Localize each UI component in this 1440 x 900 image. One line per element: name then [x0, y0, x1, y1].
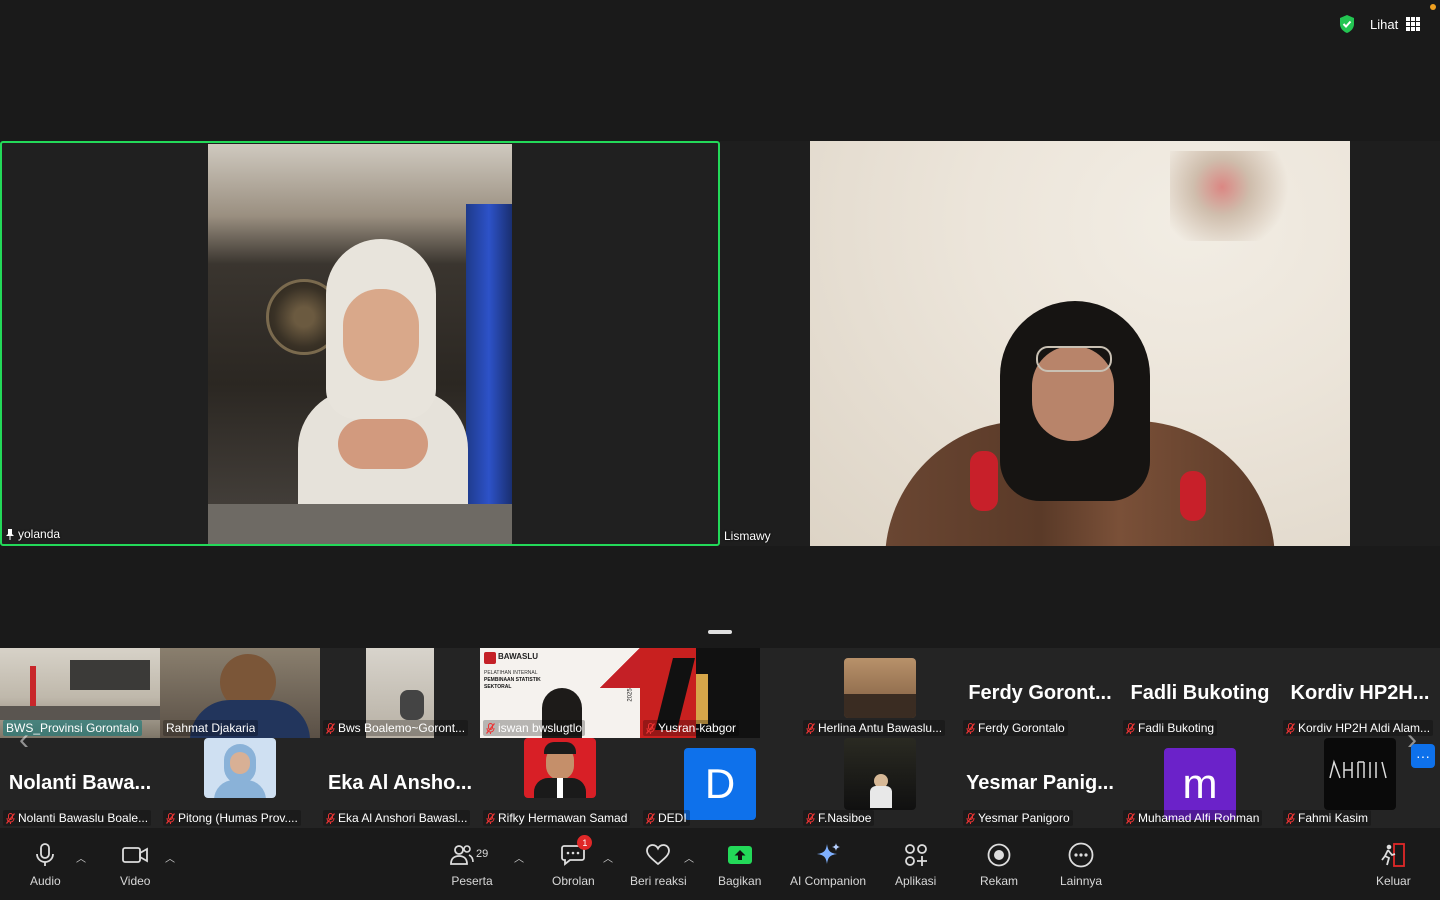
- participant-name-label: Lismawy: [724, 529, 771, 543]
- heart-icon: [646, 844, 671, 866]
- muted-mic-icon: [1126, 722, 1135, 734]
- participant-tile[interactable]: Yusran-kabgor: [640, 648, 800, 738]
- participant-name-label: Rahmat Djakaria: [163, 720, 259, 736]
- participant-video-yolanda: [208, 144, 512, 544]
- ai-companion-button[interactable]: AI Companion: [790, 842, 866, 894]
- gallery-strip: BWS_Provinsi Gorontalo Rahmat Djakaria Bws…: [0, 648, 1440, 828]
- reactions-options-chevron-icon[interactable]: ︿: [684, 850, 694, 865]
- participant-name-label: Eka Al Anshori Bawasl...: [323, 810, 471, 826]
- view-label: Lihat: [1370, 16, 1399, 32]
- top-bar: Lihat: [0, 0, 1440, 48]
- muted-mic-icon: [326, 812, 335, 824]
- participant-tile[interactable]: Bws Boalemo~Goront...: [320, 648, 480, 738]
- ai-sparkle-icon: [817, 843, 841, 864]
- participant-name-label: Pitong (Humas Prov....: [163, 810, 301, 826]
- participant-name-label: Fahmi Kasim: [1283, 810, 1372, 826]
- muted-mic-icon: [326, 722, 335, 734]
- video-options-chevron-icon[interactable]: ︿: [165, 850, 175, 865]
- record-button[interactable]: Rekam: [980, 842, 1018, 894]
- participant-tile[interactable]: Rifky Hermawan Samad: [480, 738, 640, 828]
- participant-tile[interactable]: Yesmar Panig... Yesmar Panigoro: [960, 738, 1120, 828]
- audio-button[interactable]: Audio: [30, 842, 61, 894]
- participant-name-label: F.Nasiboe: [803, 810, 875, 826]
- participant-display-name: Fadli Bukoting: [1130, 682, 1270, 704]
- video-button[interactable]: Video: [120, 842, 150, 894]
- muted-mic-icon: [166, 812, 175, 824]
- reactions-button[interactable]: Beri reaksi: [630, 842, 687, 894]
- leave-button[interactable]: Keluar: [1376, 842, 1411, 894]
- record-icon: [987, 843, 1011, 867]
- participant-name-label: Yesmar Panigoro: [963, 810, 1073, 826]
- participant-display-name: Kordiv HP2H...: [1290, 682, 1430, 704]
- participant-tile[interactable]: m Muhamad Alfi Rohman: [1120, 738, 1280, 828]
- muted-mic-icon: [1286, 812, 1295, 824]
- chat-unread-badge: 1: [577, 835, 593, 850]
- muted-mic-icon: [1286, 722, 1295, 734]
- participant-display-name: Yesmar Panig...: [966, 772, 1114, 794]
- audio-options-chevron-icon[interactable]: ︿: [76, 850, 86, 865]
- security-shield-icon[interactable]: [1338, 14, 1356, 34]
- resize-handle[interactable]: [708, 630, 732, 634]
- gallery-prev-arrow-icon[interactable]: ‹: [14, 722, 34, 758]
- share-screen-icon: [727, 846, 752, 864]
- muted-mic-icon: [806, 812, 815, 824]
- more-dots-icon: [1068, 842, 1094, 868]
- pin-icon: [6, 528, 14, 540]
- participants-count: 29: [476, 848, 489, 860]
- participant-tile[interactable]: Herlina Antu Bawaslu...: [800, 648, 960, 738]
- muted-mic-icon: [486, 812, 495, 824]
- participants-icon: [450, 845, 474, 865]
- participant-name-label: Yusran-kabgor: [643, 720, 740, 736]
- participant-tile[interactable]: Pitong (Humas Prov....: [160, 738, 320, 828]
- participant-name-label: DEDI: [643, 810, 690, 826]
- muted-mic-icon: [966, 722, 975, 734]
- participant-display-name: Eka Al Ansho...: [327, 772, 473, 794]
- more-button[interactable]: Lainnya: [1060, 842, 1102, 894]
- avatar: D: [684, 748, 756, 820]
- participant-name-label: Muhamad Alfi Rohman: [1123, 810, 1263, 826]
- participant-name-label: iswan bwslugtlo: [483, 720, 586, 736]
- participant-tile[interactable]: Rahmat Djakaria: [160, 648, 320, 738]
- participant-name-label: Bws Boalemo~Goront...: [323, 720, 469, 736]
- active-speaker-tile[interactable]: yolanda: [0, 141, 720, 546]
- participants-options-chevron-icon[interactable]: ︿: [514, 850, 524, 865]
- participant-name-label: Fadli Bukoting: [1123, 720, 1218, 736]
- muted-mic-icon: [646, 812, 655, 824]
- grid-view-icon: [1406, 17, 1421, 31]
- participant-name-label: Herlina Antu Bawaslu...: [803, 720, 946, 736]
- participant-tile[interactable]: F.Nasiboe: [800, 738, 960, 828]
- participant-video-lismawy: [810, 141, 1350, 546]
- view-button[interactable]: Lihat: [1370, 14, 1421, 34]
- muted-mic-icon: [1126, 812, 1135, 824]
- participant-name-label: Ferdy Gorontalo: [963, 720, 1068, 736]
- participant-display-name: Ferdy Goront...: [968, 682, 1112, 704]
- muted-mic-icon: [486, 722, 495, 734]
- participant-name-label: Nolanti Bawaslu Boale...: [3, 810, 152, 826]
- participant-tile[interactable]: Ferdy Goront... Ferdy Gorontalo: [960, 648, 1120, 738]
- muted-mic-icon: [646, 722, 655, 734]
- muted-mic-icon: [6, 812, 15, 824]
- more-options-button[interactable]: ···: [1411, 744, 1435, 768]
- participant-tile[interactable]: D DEDI: [640, 738, 800, 828]
- share-screen-button[interactable]: Bagikan: [718, 842, 761, 894]
- apps-icon: [904, 844, 927, 866]
- microphone-icon: [36, 843, 55, 866]
- video-camera-icon: [122, 847, 149, 863]
- chat-options-chevron-icon[interactable]: ︿: [603, 850, 613, 865]
- participant-tile[interactable]: BAWASLU PELATIHAN INTERNAL PEMBINAAN STATI…: [480, 648, 640, 738]
- participant-name-label: Rifky Hermawan Samad: [483, 810, 631, 826]
- meeting-toolbar: Audio ︿ Video ︿ 29 Peserta ︿ 1 Obrolan ︿…: [0, 828, 1440, 900]
- chat-button[interactable]: 1 Obrolan: [552, 835, 595, 894]
- participant-tile-lismawy[interactable]: Lismawy: [720, 141, 1440, 546]
- participant-tile[interactable]: Eka Al Ansho... Eka Al Anshori Bawasl...: [320, 738, 480, 828]
- apps-button[interactable]: Aplikasi: [895, 842, 936, 894]
- muted-mic-icon: [966, 812, 975, 824]
- muted-mic-icon: [806, 722, 815, 734]
- participant-display-name: Nolanti Bawa...: [8, 772, 152, 794]
- participants-button[interactable]: 29 Peserta: [450, 842, 494, 894]
- participant-name-label: yolanda: [6, 527, 60, 541]
- leave-door-icon: [1381, 843, 1406, 867]
- participant-tile[interactable]: Fadli Bukoting Fadli Bukoting: [1120, 648, 1280, 738]
- notification-dot: [1430, 4, 1436, 10]
